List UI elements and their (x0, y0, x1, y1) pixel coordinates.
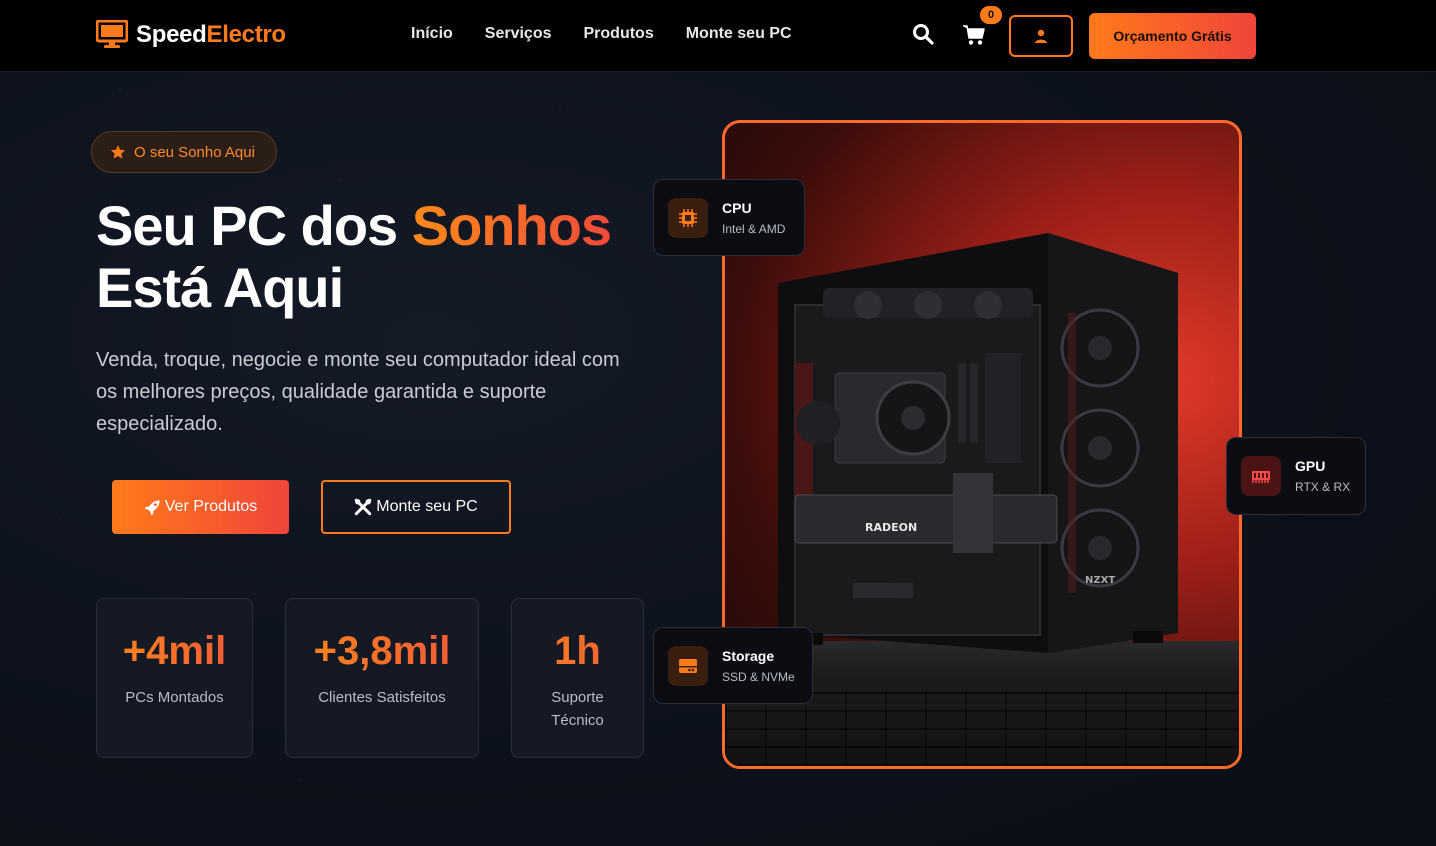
cart-count-badge: 0 (980, 6, 1002, 24)
nav-link-inicio[interactable]: Início (411, 25, 453, 43)
search-button[interactable] (912, 23, 936, 47)
nav-link-monte-seu-pc[interactable]: Monte seu PC (686, 25, 792, 43)
brand-name-part1: Speed (136, 21, 207, 48)
hero-title-part1: Seu PC dos (96, 194, 412, 257)
stat-card-support: 1h Suporte Técnico (511, 598, 644, 758)
brand-name: SpeedElectro (136, 21, 286, 49)
hero-badge-text: O seu Sonho Aqui (134, 143, 255, 161)
feature-card-subtitle: RTX & RX (1295, 480, 1351, 494)
tools-icon (355, 498, 372, 516)
feature-card-cpu: CPU Intel & AMD (653, 179, 805, 256)
hdd-icon (679, 658, 697, 673)
cpu-icon (679, 208, 697, 227)
gpu-brand-label: RADEON (865, 521, 917, 534)
build-pc-label: Monte seu PC (376, 498, 478, 515)
feature-card-subtitle: SSD & NVMe (722, 669, 795, 684)
stat-value: +3,8mil (286, 629, 478, 674)
hero-badge: O seu Sonho Aqui (91, 131, 277, 173)
user-account-button[interactable] (1009, 15, 1073, 57)
stat-value: +4mil (97, 629, 252, 674)
hero-title: Seu PC dos Sonhos Está Aqui (96, 194, 612, 319)
feature-card-title: GPU (1295, 458, 1326, 474)
free-quote-button[interactable]: Orçamento Grátis (1089, 13, 1256, 59)
main-nav: Início Serviços Produtos Monte seu PC (411, 25, 792, 43)
cart-button[interactable] (962, 24, 988, 48)
cart-icon (963, 25, 985, 45)
pc-case-illustration: RADEON NZXT (778, 233, 1178, 653)
monitor-icon (96, 20, 128, 48)
stat-value: 1h (512, 629, 643, 674)
memory-icon (1252, 471, 1270, 483)
nav-link-produtos[interactable]: Produtos (584, 25, 654, 43)
search-icon (913, 24, 934, 45)
stat-card-pcs: +4mil PCs Montados (96, 598, 253, 758)
hero-description: Venda, troque, negocie e monte seu compu… (96, 349, 620, 435)
stat-label: PCs Montados (125, 689, 224, 706)
brand-logo[interactable]: SpeedElectro (96, 20, 286, 50)
feature-card-subtitle: Intel & AMD (722, 221, 786, 236)
stat-label-line2: Técnico (551, 712, 604, 729)
view-products-label: Ver Produtos (164, 498, 258, 515)
case-brand-label: NZXT (1085, 575, 1115, 586)
stat-label: Clientes Satisfeitos (318, 689, 446, 706)
hero-title-line2: Está Aqui (96, 256, 344, 319)
memory-icon-wrap (1241, 456, 1281, 496)
hero-title-accent: Sonhos (411, 194, 612, 257)
stat-label-line1: Suporte (551, 689, 604, 706)
rocket-icon (144, 499, 160, 515)
build-pc-button[interactable]: Monte seu PC (321, 480, 511, 534)
feature-card-gpu: GPU RTX & RX (1226, 437, 1366, 515)
hdd-icon-wrap (668, 645, 708, 686)
nav-link-servicos[interactable]: Serviços (485, 25, 552, 43)
star-icon (110, 145, 126, 159)
cpu-icon-wrap (668, 197, 708, 238)
feature-card-title: Storage (722, 647, 775, 664)
stat-label: Suporte Técnico (512, 686, 643, 732)
view-products-button[interactable]: Ver Produtos (112, 480, 289, 534)
user-icon (1035, 29, 1047, 43)
feature-card-title: CPU (722, 199, 752, 216)
brand-name-part2: Electro (206, 21, 287, 48)
navbar: SpeedElectro Início Serviços Produtos Mo… (0, 0, 1436, 72)
stat-card-clients: +3,8mil Clientes Satisfeitos (285, 598, 479, 758)
feature-card-storage: Storage SSD & NVMe (653, 627, 813, 704)
